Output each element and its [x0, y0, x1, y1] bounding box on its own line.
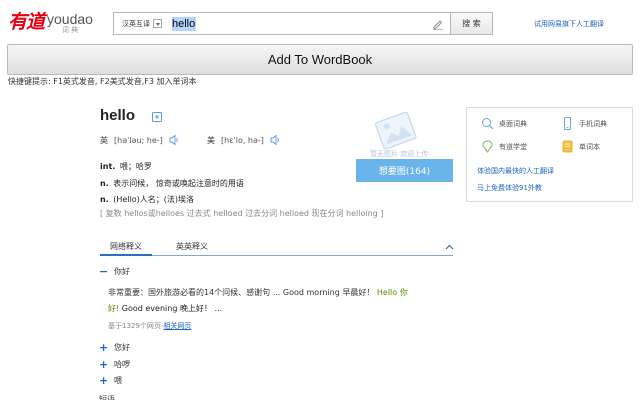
- logo-en-block: youdao 词 典: [47, 12, 93, 34]
- image-placeholder-text: 暂无图片 欢迎上传: [370, 150, 429, 158]
- header: 有道 youdao 词 典 汉英互译 hello 搜 索 试用网易旗下人工翻译: [0, 0, 640, 42]
- sidebar-item-desktop-dict[interactable]: 桌面词典: [481, 117, 527, 130]
- free-tutor-link[interactable]: 马上免费体验91外教: [477, 183, 542, 193]
- human-translate-link[interactable]: 试用网易旗下人工翻译: [534, 19, 604, 29]
- wordbook-icon: [562, 140, 573, 153]
- phonetic-us: 美 [hɛˈlo, hə-]: [207, 134, 280, 146]
- definition-pos: int.: [100, 162, 116, 171]
- sidebar-item-wordbook[interactable]: 单词本: [561, 140, 600, 153]
- human-translation-link[interactable]: 体验国内最快的人工翻译: [477, 166, 554, 176]
- phonetic-us-text: [hɛˈlo, hə-]: [221, 135, 264, 145]
- more-senses-list: + 您好 + 哈啰 + 喂: [99, 340, 130, 390]
- expand-plus-icon[interactable]: +: [99, 375, 108, 386]
- phonetic-us-label: 美: [207, 135, 215, 145]
- collapse-minus-icon[interactable]: −: [99, 266, 108, 277]
- phone-dict-icon: [564, 117, 571, 130]
- sidebar-item-phone-dict[interactable]: 手机词典: [561, 117, 607, 130]
- search-box: 汉英互译 hello: [113, 12, 451, 35]
- example-highlight-2: 好!: [108, 304, 120, 313]
- headword: hello: [100, 107, 136, 124]
- sidebar-item-label: 单词本: [579, 142, 600, 151]
- web-sense-header[interactable]: − 你好: [99, 266, 130, 277]
- speaker-icon[interactable]: [169, 134, 179, 146]
- definition-tabs: 网络释义 英英释义: [100, 238, 453, 256]
- web-sense-example: 非常重要：国外旅游必看的14个问候、感谢句 ... Good morning 早…: [108, 285, 458, 317]
- chevron-down-icon[interactable]: [153, 19, 162, 28]
- add-to-wordbook-button[interactable]: Add To WordBook: [7, 44, 633, 75]
- search-input[interactable]: hello: [172, 17, 195, 31]
- sense-label: 您好: [114, 343, 130, 352]
- related-pages-link[interactable]: 相关网页: [163, 322, 191, 330]
- list-item[interactable]: + 喂: [99, 373, 130, 390]
- source-prefix: 基于1329个网页-: [108, 322, 164, 330]
- sense-label: 喂: [114, 376, 122, 385]
- expand-plus-icon[interactable]: +: [99, 359, 108, 370]
- list-item[interactable]: + 哈啰: [99, 357, 130, 374]
- definition-list: int. 喂；哈罗 n. 表示问候， 惊奇或唤起注意时的用语 n. (Hello…: [100, 159, 244, 209]
- phonetic-uk-label: 英: [100, 135, 108, 145]
- shortcut-hint: 快捷键提示: F1英式发音, F2美式发音,F3 加入单词本: [8, 77, 197, 86]
- desktop-dict-icon: [482, 118, 494, 130]
- web-sense-title: 你好: [114, 267, 130, 276]
- tab-web-definition[interactable]: 网络释义: [100, 240, 152, 256]
- logo-sub: 词 典: [61, 26, 79, 34]
- phrases-heading: 短语: [99, 395, 115, 400]
- definition-pos: n.: [100, 178, 109, 188]
- sidebar-item-school[interactable]: 有道学堂: [481, 140, 527, 153]
- logo-en: youdao: [47, 11, 93, 27]
- sidebar-item-label: 有道学堂: [499, 142, 527, 151]
- example-cn: 非常重要：国外旅游必看的14个问候、感谢句 ... Good morning 早…: [108, 288, 375, 297]
- example-highlight-1: Hello 你: [376, 288, 408, 297]
- example-tail: Good evening 晚上好！ ...: [121, 304, 223, 313]
- logo-cn: 有道: [8, 11, 45, 33]
- sidebar-item-label: 手机词典: [579, 119, 607, 128]
- phonetic-uk-text: [həˈləu; he-]: [114, 135, 163, 145]
- search-button[interactable]: 搜 索: [451, 12, 493, 35]
- definition-pos: n.: [100, 195, 109, 204]
- youdao-logo[interactable]: 有道 youdao 词 典: [8, 10, 93, 34]
- definition-item: n. 表示问候， 惊奇或唤起注意时的用语: [100, 176, 244, 193]
- want-image-button[interactable]: 想要图(164): [356, 159, 453, 182]
- school-icon: [482, 140, 493, 153]
- language-select-label: 汉英互译: [122, 19, 150, 28]
- sense-label: 哈啰: [114, 359, 130, 369]
- expand-plus-icon[interactable]: +: [99, 342, 108, 353]
- word-forms: [ 复数 hellos或helloes 过去式 helloed 过去分词 hel…: [100, 209, 384, 218]
- speaker-icon[interactable]: [270, 134, 280, 146]
- definition-text: (Hello)人名；(法)埃洛: [113, 195, 195, 204]
- phonetic-uk: 英 [həˈləu; he-]: [100, 134, 179, 146]
- web-sense-source: 基于1329个网页-相关网页: [108, 321, 191, 331]
- language-select[interactable]: 汉英互译: [114, 19, 166, 29]
- list-item[interactable]: + 您好: [99, 340, 130, 357]
- tab-english-definition[interactable]: 英英释义: [166, 240, 218, 256]
- sidebar-apps: 桌面词典 手机词典 有道学堂 单词本 体验国内最快的人工翻译 马上免费体验91外…: [466, 107, 633, 202]
- chevron-up-icon[interactable]: [445, 244, 454, 250]
- definition-text: 表示问候， 惊奇或唤起注意时的用语: [113, 178, 244, 188]
- handwriting-pen-icon[interactable]: [432, 18, 444, 30]
- definition-item: n. (Hello)人名；(法)埃洛: [100, 192, 244, 209]
- add-to-wordbook-icon[interactable]: [152, 112, 162, 122]
- definition-text: 喂；哈罗: [119, 162, 152, 171]
- definition-item: int. 喂；哈罗: [100, 159, 244, 176]
- sidebar-item-label: 桌面词典: [499, 119, 527, 128]
